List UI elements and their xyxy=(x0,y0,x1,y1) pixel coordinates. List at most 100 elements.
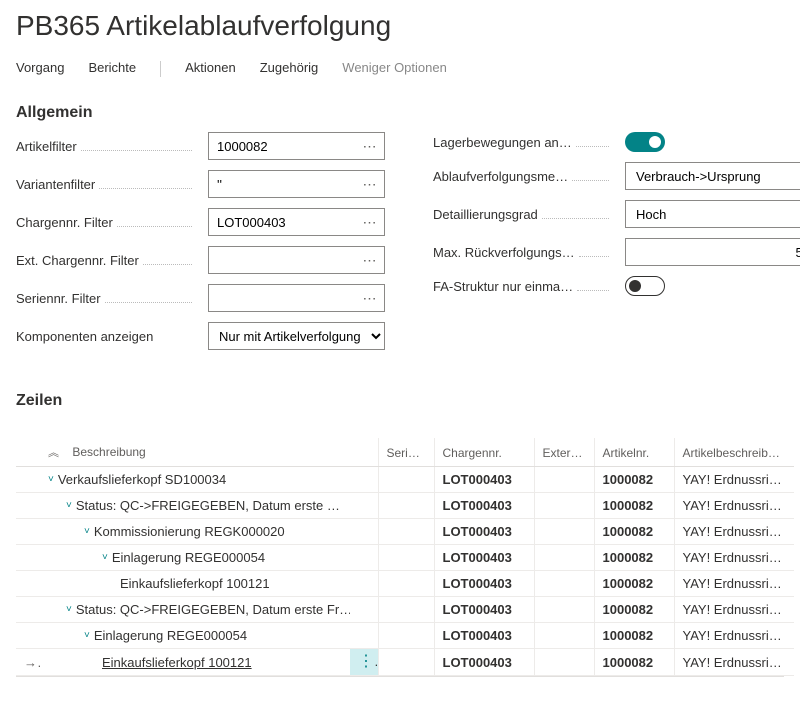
more-actions-icon[interactable]: ⋮ xyxy=(358,653,378,670)
cell-externe xyxy=(534,493,594,519)
menubar: Vorgang Berichte Aktionen Zugehörig Weni… xyxy=(16,60,784,90)
row-variantenfilter: Variantenfilter ⋯ xyxy=(16,170,385,198)
desc-text: Kommissionierung REGK000020 xyxy=(94,524,285,539)
cell-serien xyxy=(378,545,434,571)
input-chargennr[interactable]: ⋯ xyxy=(208,208,385,236)
table-row[interactable]: ˅Kommissionierung REGK000020LOT000403100… xyxy=(16,519,794,545)
table-row[interactable]: ˅Verkaufslieferkopf SD100034LOT000403100… xyxy=(16,467,794,493)
input-variantenfilter[interactable]: ⋯ xyxy=(208,170,385,198)
cell-artikelnr: 1000082 xyxy=(594,571,674,597)
collapse-all-icon[interactable]: ︽ xyxy=(48,447,59,459)
table-row[interactable]: ˅Status: QC->FREIGEGEBEN, Datum erste …L… xyxy=(16,493,794,519)
label-artikelfilter: Artikelfilter xyxy=(16,139,77,154)
select-ablaufverfolgung[interactable]: Verbrauch->Ursprung xyxy=(625,162,800,190)
cell-externe xyxy=(534,545,594,571)
cell-artikelbeschr: YAY! Erdnussriegel xyxy=(674,623,794,649)
select-detaillierung[interactable]: Hoch xyxy=(625,200,800,228)
dotted-leader xyxy=(81,150,192,151)
lookup-icon[interactable]: ⋯ xyxy=(356,133,384,159)
th-externe[interactable]: Externe Charge… xyxy=(534,438,594,467)
table-zeilen: ︽ Beschreibung Serien… Chargennr. Extern… xyxy=(16,438,784,677)
cell-action: ⋮ xyxy=(350,649,378,676)
cell-chargen: LOT000403 xyxy=(434,467,534,493)
cell-chargen: LOT000403 xyxy=(434,597,534,623)
th-serien[interactable]: Serien… xyxy=(378,438,434,467)
toggle-knob xyxy=(629,280,641,292)
form-allgemein: Artikelfilter ⋯ Variantenfilter ⋯ Charge… xyxy=(16,132,784,350)
form-col-left: Artikelfilter ⋯ Variantenfilter ⋯ Charge… xyxy=(16,132,385,350)
lookup-icon[interactable]: ⋯ xyxy=(356,171,384,197)
input-artikelfilter[interactable]: ⋯ xyxy=(208,132,385,160)
cell-chargen: LOT000403 xyxy=(434,623,534,649)
cell-serien xyxy=(378,649,434,676)
cell-beschreibung[interactable]: ˅ Einlagerung REGE000054 xyxy=(40,545,350,571)
cell-action xyxy=(350,493,378,519)
label-lagerbewegungen: Lagerbewegungen an… xyxy=(433,135,572,150)
cell-beschreibung[interactable]: ˅ Kommissionierung REGK000020 xyxy=(40,519,350,545)
table-row[interactable]: ˅Einlagerung REGE000054 LOT000403 1000082Y… xyxy=(16,623,794,649)
label-fa-struktur: FA-Struktur nur einma… xyxy=(433,279,573,294)
cell-chargen: LOT000403 xyxy=(434,545,534,571)
cell-beschreibung[interactable]: ˅Status: QC->FREIGEGEBEN, Datum erste … xyxy=(40,493,350,519)
cell-artikelnr: 1000082 xyxy=(594,623,674,649)
table-row[interactable]: →Einkaufslieferkopf 100121⋮LOT0004031000… xyxy=(16,649,794,676)
form-col-right: Lagerbewegungen an… Ablaufverfolgungsme…… xyxy=(433,132,800,350)
dotted-leader xyxy=(542,218,609,219)
menu-weniger-optionen[interactable]: Weniger Optionen xyxy=(342,60,447,77)
chevron-down-icon[interactable]: ˅ xyxy=(66,500,72,511)
chevron-down-icon[interactable]: ˅ xyxy=(102,552,108,563)
chargennr-field[interactable] xyxy=(209,209,356,235)
th-chargen[interactable]: Chargennr. xyxy=(434,438,534,467)
input-max-rueck[interactable] xyxy=(625,238,800,266)
row-marker xyxy=(16,467,40,493)
table-row[interactable]: ˅Einlagerung REGE000054LOT0004031000082Y… xyxy=(16,545,794,571)
dotted-leader xyxy=(579,256,609,257)
artikelfilter-field[interactable] xyxy=(209,133,356,159)
toggle-lagerbewegungen[interactable] xyxy=(625,132,665,152)
cell-artikelbeschr: YAY! Erdnussriegel xyxy=(674,649,794,676)
cell-beschreibung[interactable]: Einkaufslieferkopf 100121 xyxy=(40,649,350,676)
row-marker: → xyxy=(16,649,40,676)
menu-vorgang[interactable]: Vorgang xyxy=(16,60,64,77)
table-header-row: ︽ Beschreibung Serien… Chargennr. Extern… xyxy=(16,438,794,467)
section-allgemein: Allgemein xyxy=(16,90,784,132)
dotted-leader xyxy=(143,264,192,265)
cell-beschreibung[interactable]: ˅Verkaufslieferkopf SD100034 xyxy=(40,467,350,493)
menu-zugehoerig[interactable]: Zugehörig xyxy=(260,60,319,77)
table-row[interactable]: Einkaufslieferkopf 100121LOT000403100008… xyxy=(16,571,794,597)
cell-beschreibung[interactable]: ˅Status: QC->FREIGEGEBEN, Datum erste Fr… xyxy=(40,597,350,623)
lookup-icon[interactable]: ⋯ xyxy=(356,247,384,273)
chevron-down-icon[interactable]: ˅ xyxy=(84,526,90,537)
toggle-fa-struktur[interactable] xyxy=(625,276,665,296)
variantenfilter-field[interactable] xyxy=(209,171,356,197)
th-artikelnr[interactable]: Artikelnr. xyxy=(594,438,674,467)
table-row[interactable]: ˅Status: QC->FREIGEGEBEN, Datum erste Fr… xyxy=(16,597,794,623)
seriennr-field[interactable] xyxy=(209,285,356,311)
input-extchargennr[interactable]: ⋯ xyxy=(208,246,385,274)
dotted-leader xyxy=(576,146,609,147)
cell-externe xyxy=(534,519,594,545)
menu-aktionen[interactable]: Aktionen xyxy=(185,60,236,77)
extchargennr-field[interactable] xyxy=(209,247,356,273)
th-artikelbeschr[interactable]: Artikelbeschreibu… xyxy=(674,438,794,467)
cell-artikelnr: 1000082 xyxy=(594,493,674,519)
lookup-icon[interactable]: ⋯ xyxy=(356,209,384,235)
th-beschreibung[interactable]: ︽ Beschreibung xyxy=(40,438,350,467)
chevron-down-icon[interactable]: ˅ xyxy=(84,630,90,641)
menu-berichte[interactable]: Berichte xyxy=(88,60,136,77)
desc-text: Einlagerung REGE000054 xyxy=(112,550,265,565)
label-ablaufverfolgung: Ablaufverfolgungsme… xyxy=(433,169,568,184)
cell-beschreibung[interactable]: Einkaufslieferkopf 100121 xyxy=(40,571,350,597)
chevron-down-icon[interactable]: ˅ xyxy=(66,604,72,615)
dotted-leader xyxy=(105,302,192,303)
select-komponenten[interactable]: Nur mit Artikelverfolgung xyxy=(208,322,385,350)
cell-artikelnr: 1000082 xyxy=(594,597,674,623)
cell-artikelnr: 1000082 xyxy=(594,519,674,545)
label-chargennr: Chargennr. Filter xyxy=(16,215,113,230)
cell-externe xyxy=(534,597,594,623)
lookup-icon[interactable]: ⋯ xyxy=(356,285,384,311)
chevron-down-icon[interactable]: ˅ xyxy=(48,474,54,485)
cell-beschreibung[interactable]: ˅Einlagerung REGE000054 xyxy=(40,623,350,649)
row-extchargennr: Ext. Chargennr. Filter ⋯ xyxy=(16,246,385,274)
input-seriennr[interactable]: ⋯ xyxy=(208,284,385,312)
